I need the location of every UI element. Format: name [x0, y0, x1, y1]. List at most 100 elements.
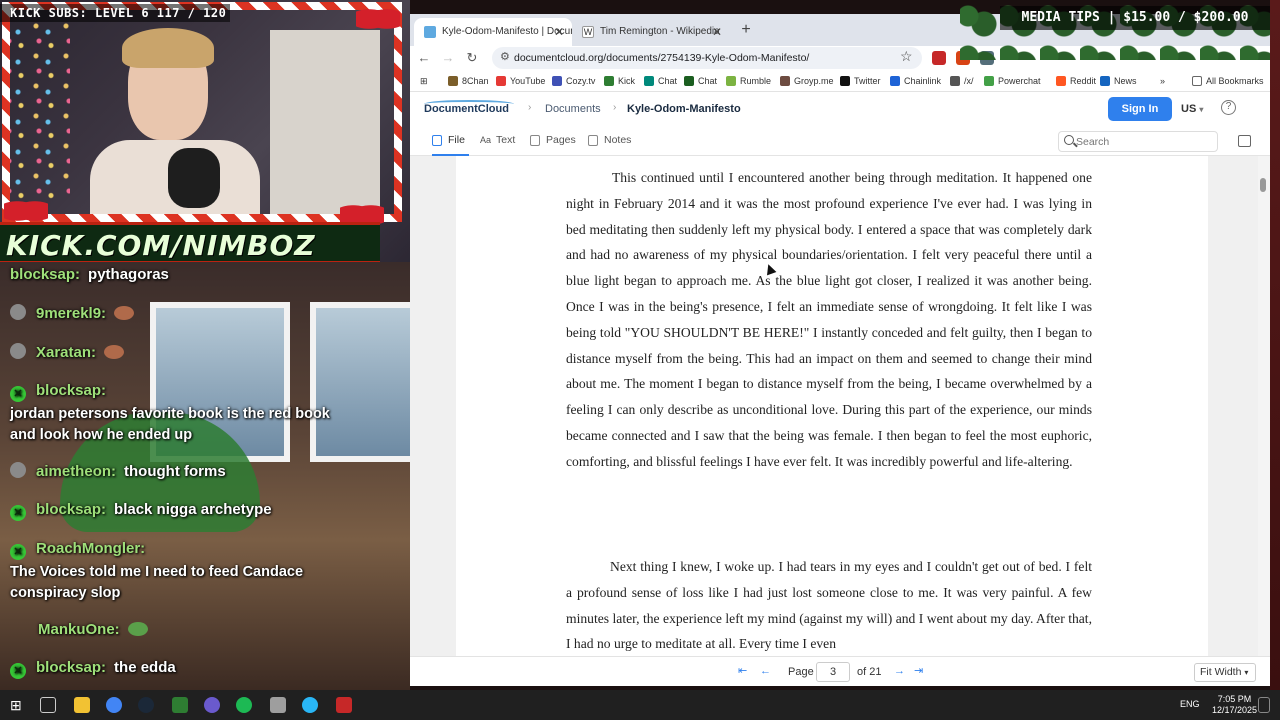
search-icon — [1064, 135, 1074, 145]
reload-button[interactable]: ↻ — [462, 48, 482, 68]
bookmark-groyp[interactable]: Groyp.me — [780, 70, 834, 92]
windows-start-icon[interactable]: ⊞ — [10, 697, 26, 713]
tab-label: Kyle-Odom-Manifesto | Docum — [442, 26, 572, 37]
chat-text: thought forms — [124, 463, 226, 480]
site-info-icon[interactable]: ⚙ — [500, 50, 510, 63]
close-tab-icon[interactable]: ✕ — [554, 18, 564, 46]
kick-badge-icon: ✕ — [10, 505, 26, 521]
documentcloud-favicon-icon — [424, 26, 436, 38]
task-view-icon[interactable] — [40, 697, 56, 713]
language-selector[interactable]: US ▾ — [1181, 103, 1203, 115]
chevron-down-icon: ▾ — [1244, 668, 1249, 677]
new-tab-button[interactable]: + — [736, 18, 756, 42]
tab-notes[interactable]: Notes — [588, 128, 631, 156]
search-input[interactable] — [1076, 132, 1216, 151]
all-bookmarks-folder[interactable]: All Bookmarks — [1192, 70, 1264, 92]
back-button[interactable]: ← — [414, 48, 434, 68]
more-bookmarks-chevron-icon[interactable]: » — [1160, 70, 1165, 92]
app-icon[interactable] — [172, 697, 188, 713]
sidebar-toggle-icon[interactable] — [1238, 135, 1251, 147]
scrollbar-thumb[interactable] — [1260, 178, 1266, 192]
app-icon[interactable] — [336, 697, 352, 713]
sign-in-button[interactable]: Sign In — [1108, 97, 1172, 121]
text-icon: Aa — [480, 135, 492, 145]
chrome-icon[interactable] — [106, 697, 122, 713]
address-bar[interactable]: ⚙ documentcloud.org/documents/2754139-Ky… — [492, 47, 922, 69]
bookmark-youtube[interactable]: YouTube — [496, 70, 545, 92]
chat-message: aimetheon: thought forms — [10, 462, 226, 480]
chat-message: ✕ blocksap: black nigga archetype — [10, 501, 272, 521]
help-icon[interactable]: ? — [1221, 100, 1236, 115]
chevron-down-icon: ▾ — [1199, 105, 1204, 114]
kick-badge-icon: ✕ — [10, 663, 26, 679]
bookmark-x[interactable]: /x/ — [950, 70, 974, 92]
scrollbar[interactable] — [1258, 156, 1270, 656]
chat-username: RoachMongler: — [36, 540, 146, 557]
previous-page-icon[interactable]: ← — [760, 662, 771, 680]
notifications-icon[interactable] — [1258, 697, 1270, 713]
obs-icon[interactable] — [204, 697, 220, 713]
bookmark-star-icon[interactable]: ☆ — [900, 48, 913, 65]
spotify-icon[interactable] — [236, 697, 252, 713]
clock[interactable]: 7:05 PM 12/17/2025 — [1212, 694, 1257, 716]
close-tab-icon[interactable]: ✕ — [712, 18, 722, 46]
app-icon[interactable] — [270, 697, 286, 713]
chat-message: blocksap: pythagoras — [10, 266, 169, 283]
document-search[interactable] — [1058, 131, 1218, 152]
forward-button[interactable]: → — [438, 48, 458, 68]
bookmark-powerchat[interactable]: Powerchat — [984, 70, 1041, 92]
documentcloud-header: DocumentCloud › Documents › Kyle-Odom-Ma… — [410, 92, 1270, 128]
extension-icon[interactable] — [932, 51, 946, 65]
document-viewer[interactable]: This continued until I encountered anoth… — [410, 156, 1270, 656]
candy-cane-frame — [2, 2, 402, 222]
tab-label: Tim Remington - Wikipedia — [600, 26, 720, 37]
breadcrumb-chevron-icon: › — [613, 102, 617, 113]
kick-badge-icon: ✕ — [10, 386, 26, 402]
bookmark-rumble[interactable]: Rumble — [726, 70, 771, 92]
bookmark-chat[interactable]: Chat — [644, 70, 677, 92]
clock-time: 7:05 PM — [1217, 694, 1252, 704]
tab-kyle-odom-manifesto[interactable]: Kyle-Odom-Manifesto | Docum ✕ — [414, 18, 572, 46]
taskbar: ⊞ ENG 7:05 PM 12/17/2025 — [0, 690, 1280, 720]
tab-file[interactable]: File — [432, 128, 469, 156]
bookmark-chainlink[interactable]: Chainlink — [890, 70, 941, 92]
bookmark-reddit[interactable]: Reddit — [1056, 70, 1096, 92]
telegram-icon[interactable] — [302, 697, 318, 713]
chat-username: MankuOne: — [38, 621, 120, 638]
file-explorer-icon[interactable] — [74, 697, 90, 713]
right-border-decoration — [1270, 0, 1280, 690]
chat-username: blocksap: — [36, 659, 107, 676]
zoom-select[interactable]: Fit Width ▾ — [1194, 663, 1256, 682]
breadcrumb-document-title: Kyle-Odom-Manifesto — [627, 103, 741, 115]
first-page-icon[interactable]: ⇤ — [738, 662, 747, 680]
breadcrumb-documents[interactable]: Documents — [545, 103, 601, 115]
bow-decoration — [356, 4, 400, 34]
tab-pages[interactable]: Pages — [530, 128, 576, 156]
chat-text: the edda — [114, 659, 176, 676]
steam-icon[interactable] — [138, 697, 154, 713]
user-avatar — [10, 304, 26, 320]
chainlink-icon — [890, 76, 900, 86]
bookmark-cozytv[interactable]: Cozy.tv — [552, 70, 595, 92]
bookmark-chat-2[interactable]: Chat — [684, 70, 717, 92]
next-page-icon[interactable]: → — [894, 662, 905, 680]
page-paragraph: Next thing I knew, I woke up. I had tear… — [566, 559, 1092, 652]
documentcloud-logo[interactable]: DocumentCloud — [424, 103, 509, 115]
folder-icon — [1192, 76, 1202, 86]
bookmark-kick[interactable]: Kick — [604, 70, 635, 92]
apps-grid-icon[interactable]: ⊞ — [420, 70, 428, 92]
tab-wikipedia[interactable]: W Tim Remington - Wikipedia ✕ — [572, 18, 730, 46]
bookmark-news[interactable]: News — [1100, 70, 1137, 92]
chat-username: blocksap: — [10, 266, 81, 283]
bookmark-icon — [552, 76, 562, 86]
bookmark-icon — [984, 76, 994, 86]
page-number-input[interactable] — [816, 662, 850, 682]
last-page-icon[interactable]: ⇥ — [914, 662, 923, 680]
chat-message: 9merekl9: — [10, 304, 135, 322]
tab-text[interactable]: Aa Text — [480, 128, 515, 156]
bookmark-twitter[interactable]: Twitter — [840, 70, 881, 92]
chat-message: MankuOne: — [10, 621, 148, 638]
media-tips-banner: MEDIA TIPS | $15.00 / $200.00 — [1000, 6, 1270, 30]
bookmark-8chan[interactable]: 8Chan — [448, 70, 489, 92]
input-language[interactable]: ENG — [1180, 699, 1200, 709]
